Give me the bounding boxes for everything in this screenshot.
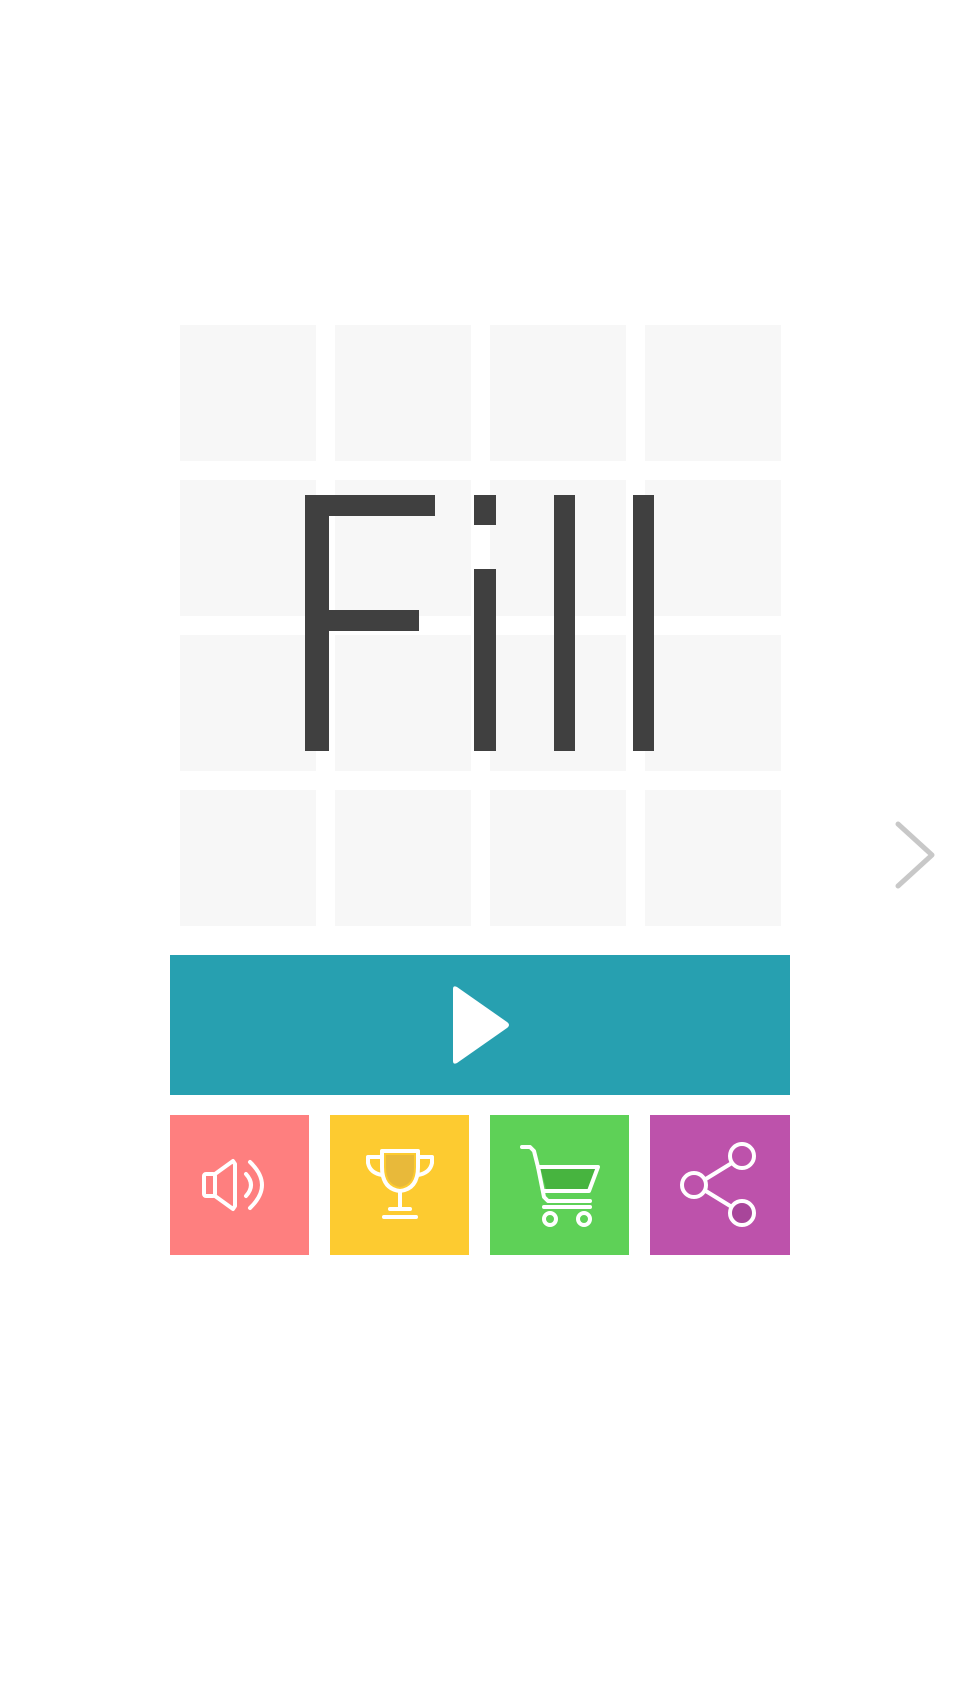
share-icon — [680, 1142, 756, 1227]
chevron-right-icon — [895, 821, 935, 889]
leaderboard-button[interactable] — [330, 1115, 469, 1255]
play-button[interactable] — [170, 955, 790, 1095]
game-title: Fill — [180, 325, 781, 926]
shopping-cart-icon — [519, 1145, 600, 1227]
sound-button[interactable] — [170, 1115, 309, 1255]
play-icon — [453, 986, 509, 1064]
speaker-icon — [201, 1159, 264, 1211]
shop-button[interactable] — [490, 1115, 629, 1255]
share-button[interactable] — [650, 1115, 790, 1255]
trophy-icon — [365, 1149, 434, 1219]
fill-logo — [305, 495, 654, 751]
next-page-button[interactable] — [880, 810, 940, 900]
